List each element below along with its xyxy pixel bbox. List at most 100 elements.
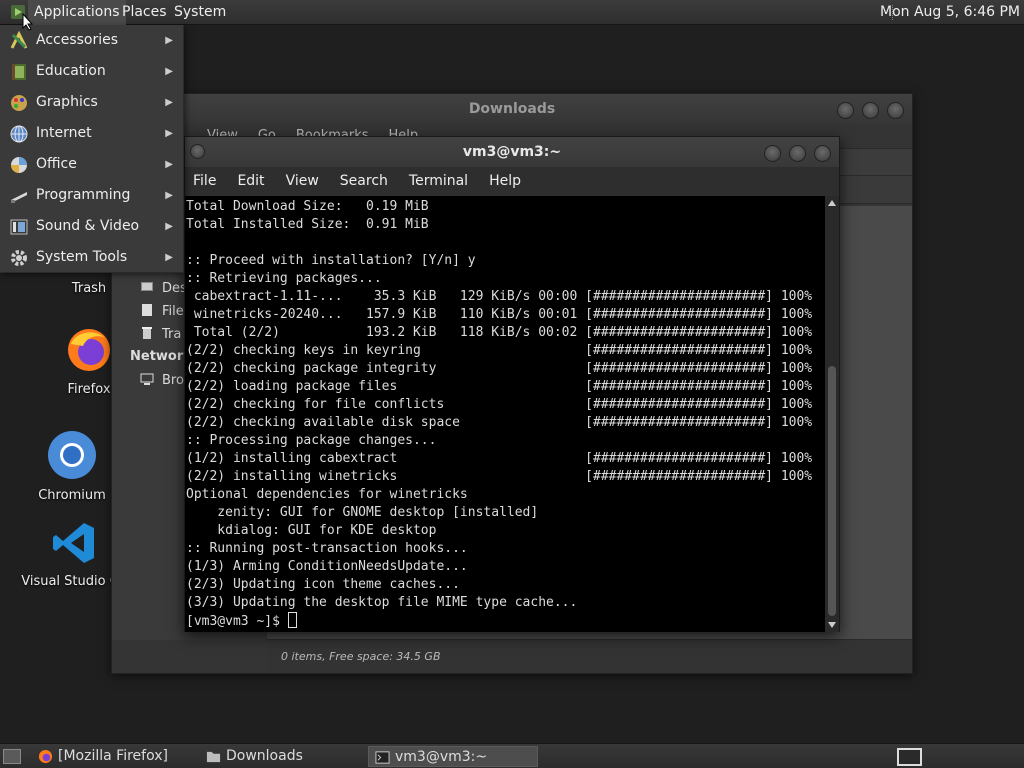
menu-item-label: Office [36, 156, 77, 172]
menu-item-education[interactable]: Education ▶ [0, 56, 183, 87]
taskbar-item-terminal[interactable]: vm3@vm3:~ [368, 746, 538, 767]
sidebar-item-label: File [162, 304, 184, 319]
taskbar-item-label: Downloads [226, 748, 303, 764]
sidebar-item-label: Tra [162, 327, 182, 342]
submenu-arrow-icon: ▶ [165, 35, 173, 46]
terminal-line: (1/3) Arming ConditionNeedsUpdate... [186, 559, 468, 574]
scroll-down-icon[interactable] [828, 622, 836, 628]
terminal-line: (2/3) Updating icon theme caches... [186, 577, 460, 592]
applications-dropdown: Accessories ▶ Education ▶ Graphics ▶ Int… [0, 25, 184, 273]
places-menu[interactable]: Places [116, 0, 173, 25]
internet-icon [10, 125, 28, 143]
bottom-panel: [Mozilla Firefox] Downloads vm3@vm3:~ [0, 743, 1024, 768]
sidebar-item-trash[interactable]: Tra [140, 326, 181, 342]
scrollbar-thumb[interactable] [828, 366, 836, 616]
terminal-prompt: [vm3@vm3 ~]$ [186, 614, 288, 629]
sidebar-item-label: Bro [162, 373, 184, 388]
terminal-line: :: Retrieving packages... [186, 271, 382, 286]
menu-item-system-tools[interactable]: System Tools ▶ [0, 242, 183, 273]
menu-search[interactable]: Search [340, 173, 388, 189]
submenu-arrow-icon: ▶ [165, 66, 173, 77]
taskbar-item-firefox[interactable]: [Mozilla Firefox] [32, 746, 196, 767]
terminal-menubar: File Edit View Search Terminal Help [185, 167, 839, 196]
menu-item-office[interactable]: Office ▶ [0, 149, 183, 180]
menu-help[interactable]: Help [489, 173, 521, 189]
terminal-line: Total (2/2) 193.2 KiB 118 KiB/s 00:02 [#… [186, 325, 813, 340]
taskbar-item-label: vm3@vm3:~ [395, 749, 488, 765]
menu-item-internet[interactable]: Internet ▶ [0, 118, 183, 149]
submenu-arrow-icon: ▶ [165, 128, 173, 139]
vscode-icon [53, 523, 94, 563]
window-menu-button[interactable] [190, 144, 205, 159]
terminal-line: winetricks-20240... 157.9 KiB 110 KiB/s … [186, 307, 813, 322]
terminal-line: Optional dependencies for winetricks [186, 487, 468, 502]
menu-item-label: Accessories [36, 32, 119, 48]
menu-file[interactable]: File [193, 173, 216, 189]
minimize-button[interactable] [764, 145, 781, 162]
submenu-arrow-icon: ▶ [165, 159, 173, 170]
close-button[interactable] [814, 145, 831, 162]
mouse-pointer-icon [22, 13, 34, 31]
minimize-button[interactable] [837, 102, 854, 119]
terminal-icon [375, 751, 390, 764]
window-title: vm3@vm3:~ [462, 144, 562, 160]
terminal-window[interactable]: vm3@vm3:~ File Edit View Search Terminal Help… [184, 136, 840, 632]
submenu-arrow-icon: ▶ [165, 97, 173, 108]
maximize-button[interactable] [789, 145, 806, 162]
top-panel: Applications Places System Mon Aug 5, 6:… [0, 0, 1024, 25]
menu-edit[interactable]: Edit [237, 173, 264, 189]
menu-terminal[interactable]: Terminal [409, 173, 468, 189]
terminal-line: (2/2) installing winetricks [###########… [186, 469, 813, 484]
submenu-arrow-icon: ▶ [165, 190, 173, 201]
education-icon [12, 64, 26, 80]
programming-icon [11, 192, 27, 203]
menu-item-label: Graphics [36, 94, 98, 110]
menu-item-label: Sound & Video [36, 218, 140, 234]
menu-item-label: Internet [36, 125, 92, 141]
sound-video-icon [10, 219, 28, 235]
sidebar-item-filesystem[interactable]: File [140, 303, 184, 319]
firefox-icon [38, 749, 53, 764]
terminal-line: cabextract-1.11-... 35.3 KiB 129 KiB/s 0… [186, 289, 813, 304]
show-desktop-icon[interactable] [3, 749, 21, 764]
terminal-line: :: Processing package changes... [186, 433, 437, 448]
terminal-output: Total Download Size: 0.19 MiB Total Inst… [186, 198, 812, 631]
clock[interactable]: Mon Aug 5, 6:46 PM [870, 0, 1020, 25]
firefox-icon [68, 329, 110, 371]
system-menu[interactable]: System [168, 0, 232, 25]
menu-item-programming[interactable]: Programming ▶ [0, 180, 183, 211]
menu-item-graphics[interactable]: Graphics ▶ [0, 87, 183, 118]
close-button[interactable] [887, 102, 904, 119]
sidebar-item-browse-network[interactable]: Bro [140, 372, 184, 388]
terminal-line: (1/2) installing cabextract [###########… [186, 451, 813, 466]
terminal-titlebar[interactable]: vm3@vm3:~ [185, 137, 839, 167]
office-icon [11, 157, 27, 173]
sidebar-heading-network: Network [130, 349, 192, 364]
window-title: Downloads [468, 101, 556, 117]
trash-icon [142, 327, 152, 339]
maximize-button[interactable] [862, 102, 879, 119]
scroll-up-icon[interactable] [828, 200, 836, 206]
filesystem-icon [142, 304, 152, 316]
chromium-icon [48, 431, 96, 479]
terminal-line: (3/3) Updating the desktop file MIME typ… [186, 595, 578, 610]
menu-item-label: System Tools [36, 249, 128, 265]
network-icon [140, 373, 154, 385]
terminal-line: (2/2) checking available disk space [###… [186, 415, 813, 430]
terminal-screen[interactable]: Total Download Size: 0.19 MiB Total Inst… [185, 196, 825, 632]
menu-item-sound-video[interactable]: Sound & Video ▶ [0, 211, 183, 242]
menu-view[interactable]: View [286, 173, 319, 189]
sidebar-item-desktop[interactable]: Des [140, 280, 187, 296]
file-manager-titlebar[interactable]: Downloads [112, 94, 912, 124]
terminal-line: (2/2) loading package files [###########… [186, 379, 813, 394]
terminal-line: Total Installed Size: 0.91 MiB [186, 217, 429, 232]
taskbar-item-downloads[interactable]: Downloads [200, 746, 364, 767]
terminal-line: (2/2) checking package integrity [######… [186, 361, 813, 376]
menu-item-label: Education [36, 63, 106, 79]
taskbar-item-label: [Mozilla Firefox] [58, 748, 168, 764]
terminal-scrollbar[interactable] [825, 196, 839, 632]
window-controls [829, 100, 904, 130]
workspace-switcher[interactable] [897, 748, 922, 766]
applications-menu[interactable]: Applications [28, 0, 126, 25]
terminal-line: (2/2) checking keys in keyring [########… [186, 343, 813, 358]
